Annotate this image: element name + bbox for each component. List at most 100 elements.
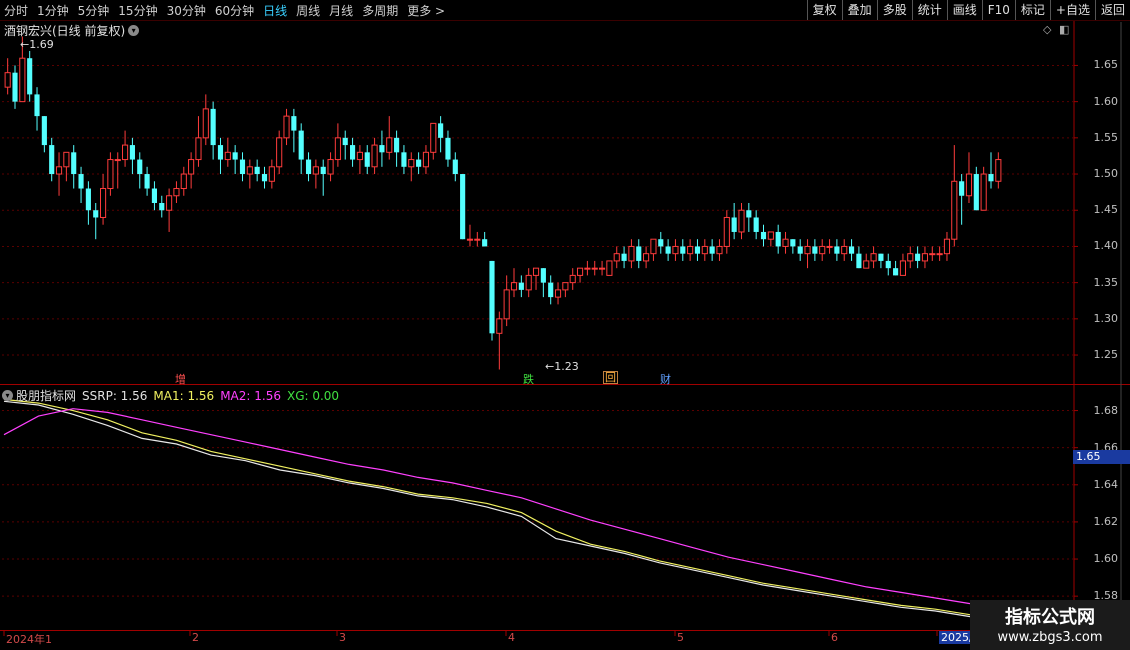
y-tick-label: 1.55 (1093, 130, 1119, 144)
candle-body-up (246, 166, 253, 175)
candle-body-down (394, 137, 400, 153)
candle-body-up (606, 260, 613, 276)
candle-body-up (716, 245, 723, 255)
candle-body-up (562, 282, 569, 291)
y-tick-label: 1.30 (1093, 311, 1119, 325)
candle-body-up (63, 151, 70, 168)
indicator-value: MA2: 1.56 (220, 388, 281, 403)
candle-body-down (658, 239, 664, 247)
candle-body-up (474, 238, 481, 241)
y-tick-label: 1.60 (1093, 94, 1119, 108)
candle-body-up (386, 137, 393, 153)
candle-body-up (532, 267, 540, 276)
candle-body-up (929, 253, 936, 256)
candle-body-up (687, 245, 694, 255)
candle-body-up (4, 72, 11, 88)
candle-body-up (496, 318, 503, 334)
candle-body-down (959, 181, 965, 196)
diamond-icon[interactable]: ◇ (1043, 23, 1051, 36)
y-tick-label: 1.64 (1093, 477, 1119, 491)
high-label: 1.69 (29, 38, 54, 51)
candle-body-up (276, 137, 283, 168)
settings-icon[interactable]: ◧ (1059, 23, 1069, 36)
candle-body-down (291, 116, 297, 131)
candle-body-down (665, 246, 671, 254)
x-tick-label: 6 (831, 631, 838, 644)
watermark-url: www.zbgs3.com (997, 630, 1103, 645)
candle-body-up (188, 159, 195, 175)
candle-body-up (268, 166, 275, 182)
indicator-value: MA1: 1.56 (153, 388, 215, 403)
candle-body-down (540, 268, 546, 283)
candle-body-up (613, 253, 620, 262)
candle-body-up (283, 115, 290, 139)
low-label: 1.23 (554, 360, 579, 373)
candle-body-up (650, 238, 657, 255)
candle-body-down (27, 58, 33, 95)
candle-body-up (224, 151, 231, 161)
candle-body-down (210, 108, 216, 146)
candle-body-down (893, 268, 899, 276)
watermark-title: 指标公式网 (1005, 607, 1095, 628)
candle-body-down (885, 260, 891, 269)
candle-body-down (452, 159, 458, 175)
candle-body-up (422, 151, 430, 168)
candle-body-down (775, 231, 781, 247)
candle-body-down (445, 137, 451, 160)
y-tick-label: 1.35 (1093, 275, 1119, 289)
candle-body-up (591, 267, 598, 270)
candle-body-down (797, 246, 803, 254)
candle-body-down (621, 253, 627, 261)
high-marker: ←1.69 (20, 38, 54, 51)
candle-body-up (819, 245, 826, 255)
candle-body-down (709, 246, 715, 254)
candle-body-down (349, 145, 356, 160)
y-tick-label: 1.62 (1093, 514, 1119, 528)
indicator-name: 股朋指标网 (16, 389, 77, 403)
candle-body-up (327, 159, 334, 175)
candle-body-down (790, 239, 796, 247)
candle-body-down (379, 145, 385, 153)
candle-body-up (995, 159, 1002, 182)
candle-body-down (988, 174, 994, 182)
candle-body-up (334, 137, 341, 161)
candle-body-up (114, 159, 121, 162)
candle-body-up (554, 289, 562, 298)
signal-zeng: 增 (175, 373, 186, 386)
candle-body-down (731, 217, 737, 232)
candle-body-up (863, 260, 870, 269)
candle-body-up (936, 253, 943, 256)
candle-body-up (525, 274, 532, 291)
candle-body-down (680, 246, 686, 254)
candle-body-up (672, 245, 679, 255)
candle-body-up (804, 245, 811, 255)
candle-body-down (856, 253, 862, 269)
candle-body-down (548, 282, 554, 298)
candle-body-up (921, 253, 929, 262)
candle-body-down (254, 166, 260, 175)
candle-body-up (122, 144, 129, 161)
candle-body-down (848, 246, 855, 254)
candle-body-up (701, 245, 708, 255)
candle-body-down (49, 145, 55, 175)
candle-body-up (584, 267, 591, 270)
candle-body-up (980, 173, 987, 211)
chevron-down-icon[interactable]: ▾ (128, 25, 140, 36)
candle-body-up (965, 173, 973, 197)
low-marker: ←1.23 (545, 360, 579, 373)
candle-body-up (943, 238, 951, 255)
candle-body-up (195, 137, 202, 161)
candle-body-up (55, 166, 63, 175)
candle-body-down (746, 210, 752, 218)
candle-body-up (408, 159, 415, 168)
chevron-down-icon[interactable]: ▾ (2, 390, 13, 401)
candle-body-down (364, 152, 370, 167)
candle-body-down (159, 203, 165, 211)
candle-body-down (834, 246, 840, 254)
candle-body-down (401, 152, 407, 167)
candle-body-up (503, 289, 510, 320)
candle-body-down (85, 188, 91, 211)
candle-body-down (151, 188, 158, 203)
indicator-line-ma2 (3, 408, 971, 605)
kline-chart[interactable] (0, 0, 1130, 650)
